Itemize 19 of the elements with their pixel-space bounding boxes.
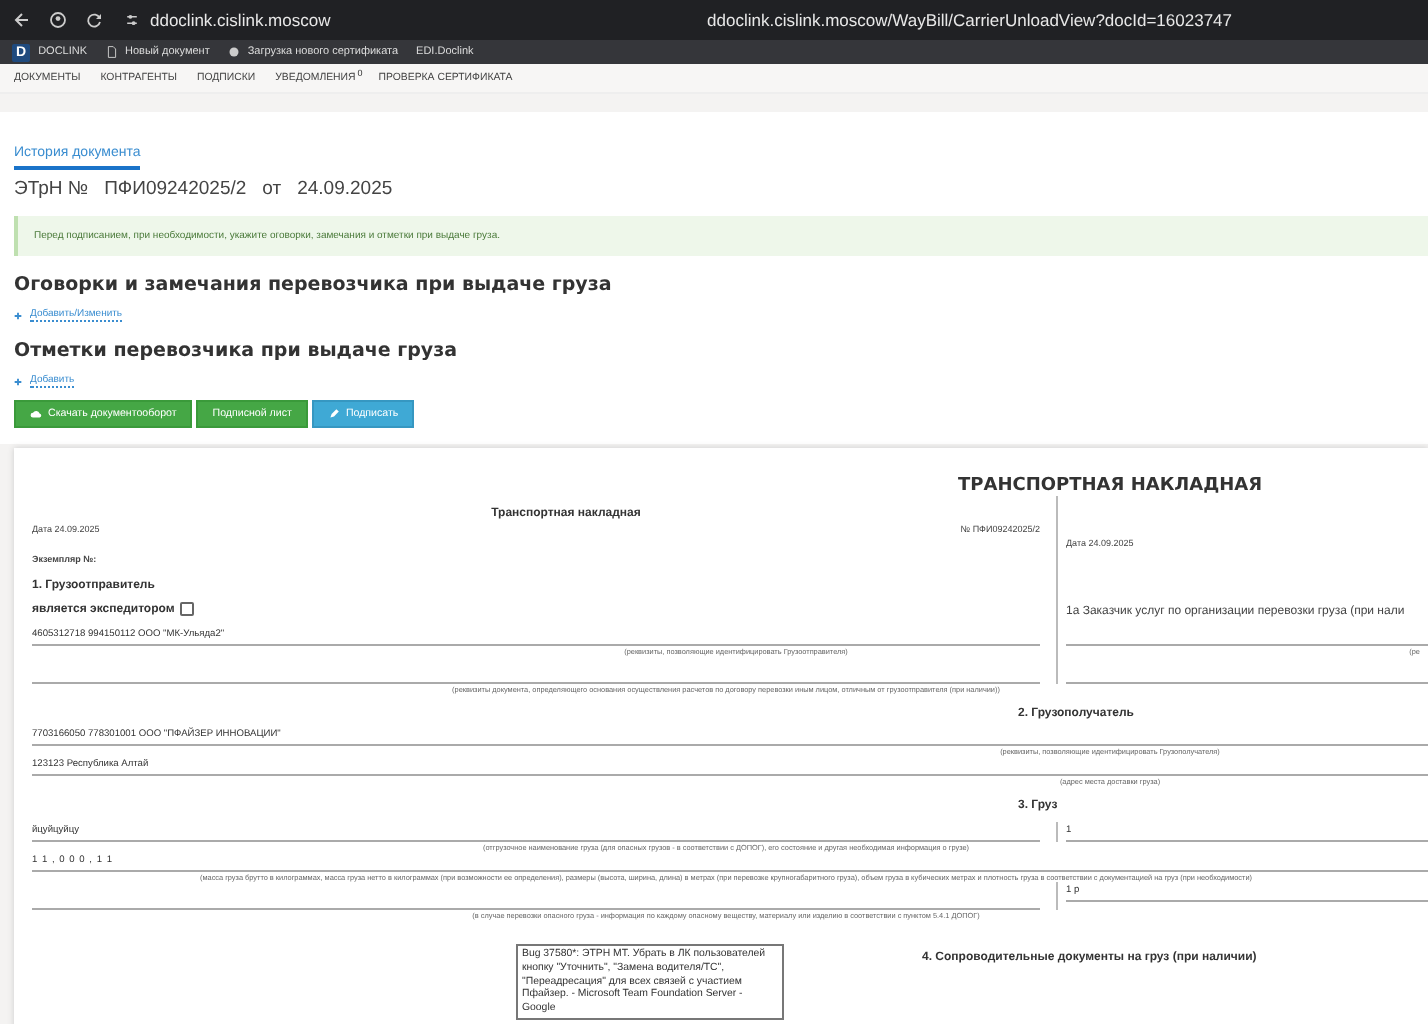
cloud-download-icon: [30, 408, 42, 420]
address-bar[interactable]: ddoclink.cislink.moscow: [150, 10, 331, 30]
section-heading: Оговорки и замечания перевозчика при выдаче груза: [14, 274, 614, 296]
document-icon: [105, 46, 118, 58]
reload-icon[interactable]: [84, 10, 104, 30]
document-date: 24.09.2025: [297, 178, 393, 200]
back-icon[interactable]: [12, 10, 32, 30]
account-icon[interactable]: [48, 10, 68, 30]
date-prefix: от: [262, 178, 282, 200]
document-title: ТРАНСПОРТНАЯ НАКЛАДНАЯ: [958, 476, 1265, 496]
plus-icon: [14, 311, 22, 319]
site-info-icon[interactable]: [124, 12, 140, 28]
document-type: ЭТрН №: [14, 178, 89, 200]
forwarder-checkbox[interactable]: [180, 602, 195, 616]
document-number: ПФИ09242025/2: [104, 178, 247, 200]
plus-icon: [14, 377, 22, 385]
pen-icon: [327, 408, 340, 420]
page-url: ddoclink.cislink.moscow/WayBill/CarrierUnloadView?docId=16023747: [707, 10, 1232, 30]
section-heading: Отметки перевозчика при выдаче груза: [14, 340, 460, 362]
